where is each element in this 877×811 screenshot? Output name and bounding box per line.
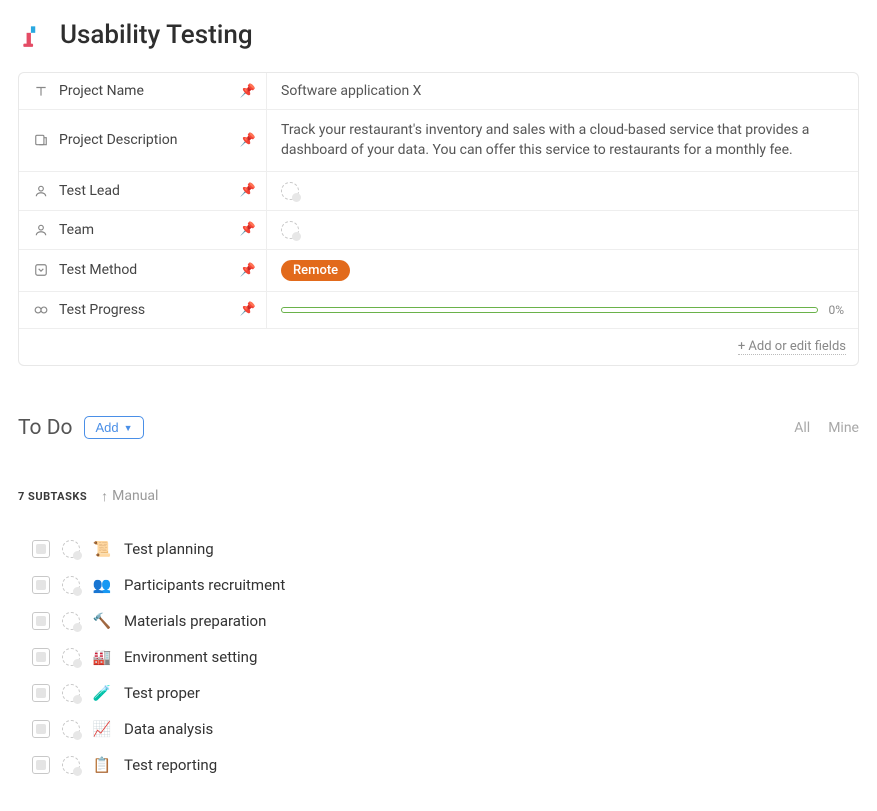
task-item[interactable]: 👥 Participants recruitment xyxy=(32,567,859,603)
task-emoji-icon: 🔨 xyxy=(92,612,112,630)
task-name[interactable]: Data analysis xyxy=(124,720,213,738)
chevron-down-icon: ▼ xyxy=(124,423,133,433)
field-project-description[interactable]: Project Description 📌 Track your restaur… xyxy=(19,109,858,171)
field-value[interactable]: 0% xyxy=(267,292,858,328)
pin-icon[interactable]: 📌 xyxy=(240,84,256,99)
empty-assignee-icon[interactable] xyxy=(281,221,299,239)
sort-button[interactable]: ↑ Manual xyxy=(101,488,158,505)
task-item[interactable]: 🏭 Environment setting xyxy=(32,639,859,675)
field-team[interactable]: Team 📌 xyxy=(19,210,858,249)
filter-mine[interactable]: Mine xyxy=(828,420,859,436)
pin-icon[interactable]: 📌 xyxy=(240,302,256,317)
task-emoji-icon: 🏭 xyxy=(92,648,112,666)
pin-icon[interactable]: 📌 xyxy=(240,222,256,237)
task-name[interactable]: Participants recruitment xyxy=(124,576,285,594)
subtask-count: 7 SUBTASKS xyxy=(18,490,87,503)
task-item[interactable]: 📈 Data analysis xyxy=(32,711,859,747)
task-name[interactable]: Test proper xyxy=(124,684,200,702)
pin-icon[interactable]: 📌 xyxy=(240,133,256,148)
task-checkbox[interactable] xyxy=(32,720,50,738)
filter-all[interactable]: All xyxy=(794,420,810,436)
task-checkbox[interactable] xyxy=(32,648,50,666)
field-label: Project Name 📌 xyxy=(19,73,267,109)
task-emoji-icon: 📋 xyxy=(92,756,112,774)
field-project-name[interactable]: Project Name 📌 Software application X xyxy=(19,73,858,109)
task-checkbox[interactable] xyxy=(32,612,50,630)
field-value[interactable] xyxy=(267,172,858,210)
task-emoji-icon: 👥 xyxy=(92,576,112,594)
task-assignee-icon[interactable] xyxy=(62,612,80,630)
todo-header: To Do Add ▼ All Mine xyxy=(18,416,859,440)
subtask-bar: 7 SUBTASKS ↑ Manual xyxy=(18,488,859,505)
task-checkbox[interactable] xyxy=(32,540,50,558)
field-value[interactable]: Software application X xyxy=(267,73,858,109)
task-item[interactable]: 🧪 Test proper xyxy=(32,675,859,711)
field-label: Test Lead 📌 xyxy=(19,172,267,210)
task-checkbox[interactable] xyxy=(32,684,50,702)
task-name[interactable]: Test reporting xyxy=(124,756,217,774)
field-label: Project Description 📌 xyxy=(19,110,267,171)
field-label: Team 📌 xyxy=(19,211,267,249)
task-assignee-icon[interactable] xyxy=(62,540,80,558)
task-name[interactable]: Test planning xyxy=(124,540,214,558)
task-emoji-icon: 🧪 xyxy=(92,684,112,702)
task-item[interactable]: 📋 Test reporting xyxy=(32,747,859,783)
progress-icon xyxy=(31,303,51,317)
task-name[interactable]: Environment setting xyxy=(124,648,257,666)
add-edit-fields-link[interactable]: + Add or edit fields xyxy=(738,339,846,355)
field-value[interactable] xyxy=(267,211,858,249)
description-icon xyxy=(31,133,51,147)
page-title: Usability Testing xyxy=(60,20,253,50)
field-value[interactable]: Remote xyxy=(267,250,858,291)
todo-title: To Do xyxy=(18,416,72,440)
progress-bar xyxy=(281,307,818,313)
field-value[interactable]: Track your restaurant's inventory and sa… xyxy=(267,110,858,171)
task-assignee-icon[interactable] xyxy=(62,684,80,702)
pin-icon[interactable]: 📌 xyxy=(240,183,256,198)
field-label: Test Method 📌 xyxy=(19,250,267,291)
empty-assignee-icon[interactable] xyxy=(281,182,299,200)
field-label: Test Progress 📌 xyxy=(19,292,267,328)
field-test-lead[interactable]: Test Lead 📌 xyxy=(19,171,858,210)
page-icon xyxy=(18,21,46,49)
add-button[interactable]: Add ▼ xyxy=(84,416,143,439)
person-icon xyxy=(31,223,51,237)
dropdown-icon xyxy=(31,263,51,277)
person-icon xyxy=(31,184,51,198)
task-item[interactable]: 🔨 Materials preparation xyxy=(32,603,859,639)
todo-filters: All Mine xyxy=(794,420,859,436)
task-item[interactable]: 📜 Test planning xyxy=(32,531,859,567)
task-checkbox[interactable] xyxy=(32,756,50,774)
task-assignee-icon[interactable] xyxy=(62,720,80,738)
field-test-method[interactable]: Test Method 📌 Remote xyxy=(19,249,858,291)
sort-up-icon: ↑ xyxy=(101,488,108,505)
text-icon xyxy=(31,84,51,98)
add-button-label: Add xyxy=(95,420,118,435)
task-assignee-icon[interactable] xyxy=(62,756,80,774)
task-emoji-icon: 📜 xyxy=(92,540,112,558)
page-header: Usability Testing xyxy=(18,20,859,50)
task-emoji-icon: 📈 xyxy=(92,720,112,738)
task-assignee-icon[interactable] xyxy=(62,576,80,594)
method-badge: Remote xyxy=(281,260,350,281)
fields-footer: + Add or edit fields xyxy=(19,328,858,365)
task-name[interactable]: Materials preparation xyxy=(124,612,266,630)
task-list: 📜 Test planning 👥 Participants recruitme… xyxy=(18,531,859,783)
pin-icon[interactable]: 📌 xyxy=(240,263,256,278)
task-checkbox[interactable] xyxy=(32,576,50,594)
sort-label: Manual xyxy=(112,488,158,504)
fields-panel: Project Name 📌 Software application X Pr… xyxy=(18,72,859,366)
progress-percent: 0% xyxy=(828,303,844,317)
field-test-progress[interactable]: Test Progress 📌 0% xyxy=(19,291,858,328)
task-assignee-icon[interactable] xyxy=(62,648,80,666)
